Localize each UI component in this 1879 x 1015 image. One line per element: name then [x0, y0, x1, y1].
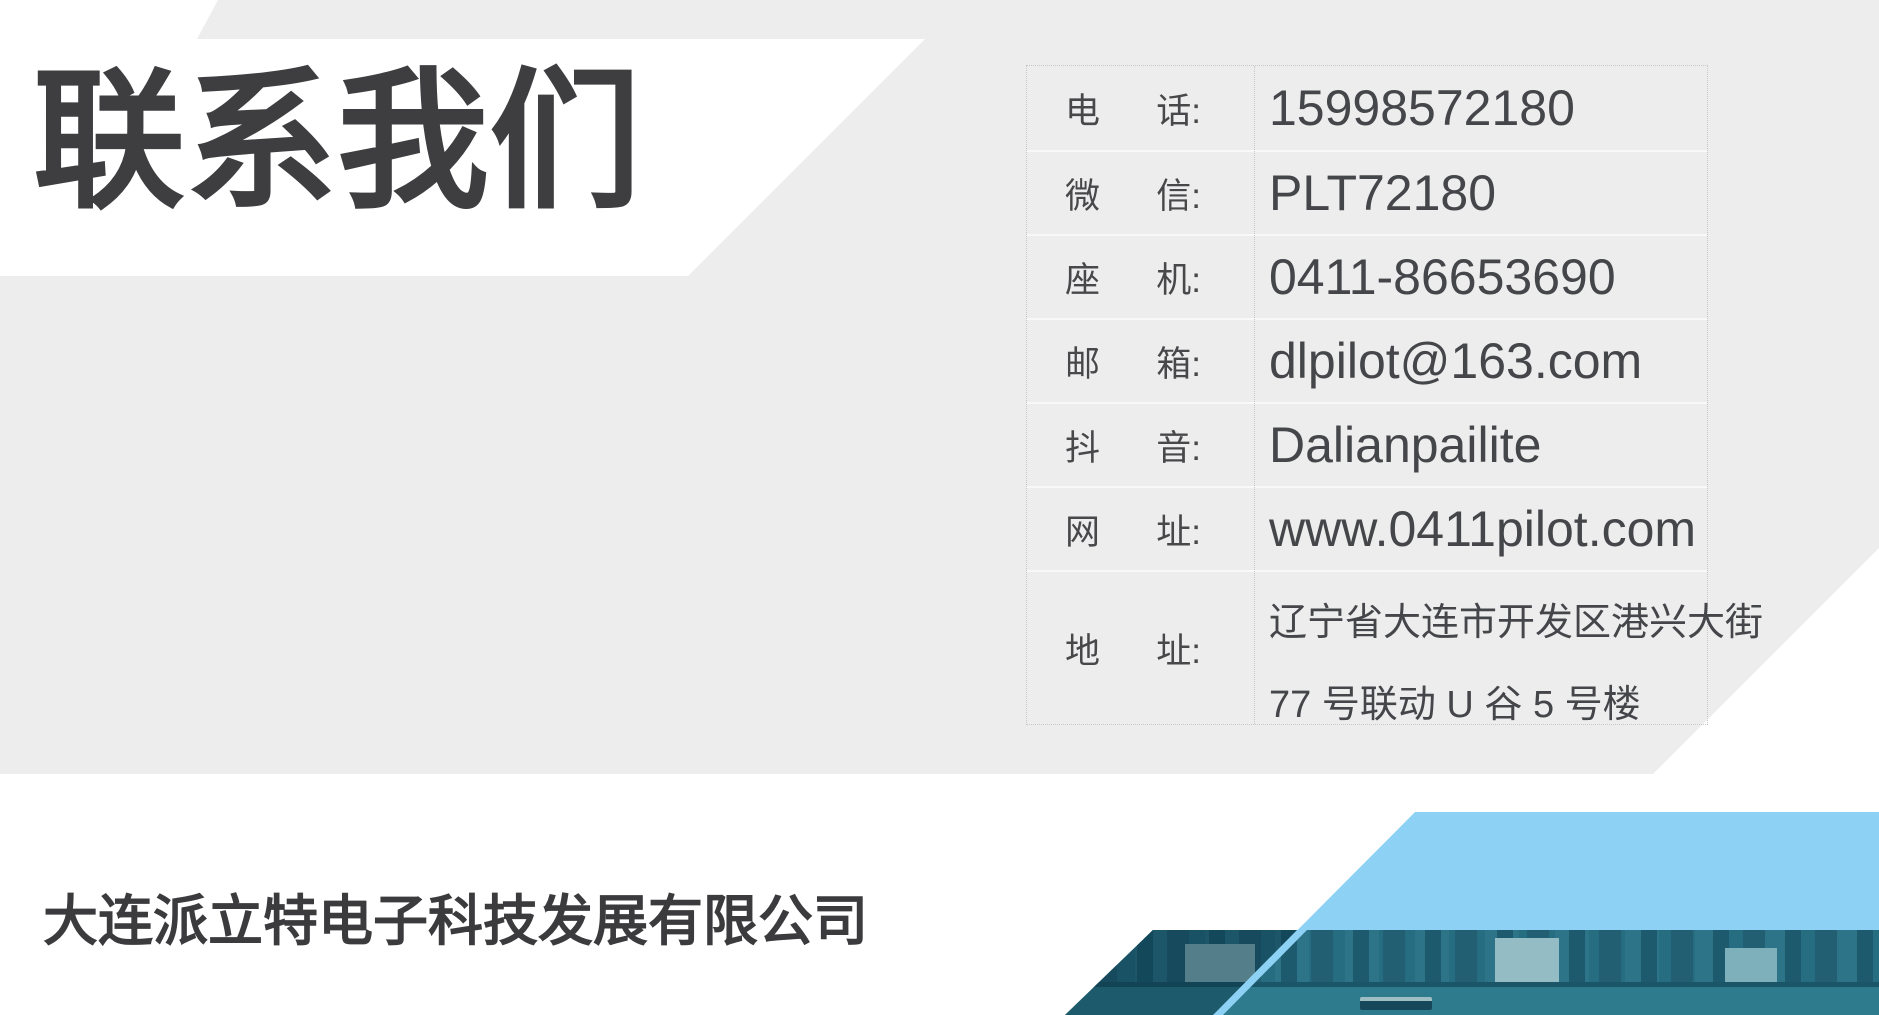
label-char: 座	[1065, 252, 1100, 303]
label-char: 信:	[1156, 168, 1201, 219]
label-char: 址:	[1156, 623, 1201, 674]
douyin-value: Dalianpailite	[1254, 416, 1707, 474]
label-char: 微	[1065, 168, 1100, 219]
table-row-phone: 电 话: 15998572180	[1027, 66, 1707, 150]
label-char: 电	[1065, 83, 1100, 134]
douyin-label: 抖 音:	[1027, 420, 1254, 471]
email-value: dlpilot@163.com	[1254, 332, 1707, 390]
label-char: 话:	[1156, 83, 1201, 134]
website-value: www.0411pilot.com	[1254, 500, 1707, 558]
label-char: 邮	[1065, 336, 1100, 387]
table-row-email: 邮 箱: dlpilot@163.com	[1027, 318, 1707, 402]
contact-slide: 联系我们 电 话: 15998572180 微 信: PLT72180 座 机:…	[0, 0, 1879, 1015]
company-name: 大连派立特电子科技发展有限公司	[43, 876, 868, 956]
address-line-1: 辽宁省大连市开发区港兴大街	[1269, 582, 1763, 664]
landline-value: 0411-86653690	[1254, 248, 1707, 306]
label-char: 抖	[1065, 420, 1100, 471]
boat-in-photo	[1360, 997, 1432, 1010]
label-char: 音:	[1156, 420, 1201, 471]
table-row-website: 网 址: www.0411pilot.com	[1027, 486, 1707, 570]
website-label: 网 址:	[1027, 504, 1254, 555]
label-char: 地	[1065, 623, 1100, 674]
table-row-landline: 座 机: 0411-86653690	[1027, 234, 1707, 318]
address-value: 辽宁省大连市开发区港兴大街 77 号联动 U 谷 5 号楼	[1254, 582, 1763, 746]
contact-table: 电 话: 15998572180 微 信: PLT72180 座 机: 0411…	[1026, 65, 1708, 725]
table-row-douyin: 抖 音: Dalianpailite	[1027, 402, 1707, 486]
address-label: 地 址:	[1027, 623, 1254, 674]
landline-label: 座 机:	[1027, 252, 1254, 303]
label-char: 箱:	[1156, 336, 1201, 387]
phone-label: 电 话:	[1027, 83, 1254, 134]
label-char: 机:	[1156, 252, 1201, 303]
cityscape-photo-region	[1065, 930, 1879, 1015]
label-char: 址:	[1156, 504, 1201, 555]
table-row-address: 地 址: 辽宁省大连市开发区港兴大街 77 号联动 U 谷 5 号楼	[1027, 570, 1707, 724]
wechat-label: 微 信:	[1027, 168, 1254, 219]
address-line-2: 77 号联动 U 谷 5 号楼	[1269, 664, 1763, 746]
label-char: 网	[1065, 504, 1100, 555]
page-title: 联系我们	[33, 66, 641, 218]
wechat-value: PLT72180	[1254, 164, 1707, 222]
table-row-wechat: 微 信: PLT72180	[1027, 150, 1707, 234]
email-label: 邮 箱:	[1027, 336, 1254, 387]
phone-value: 15998572180	[1254, 79, 1707, 137]
